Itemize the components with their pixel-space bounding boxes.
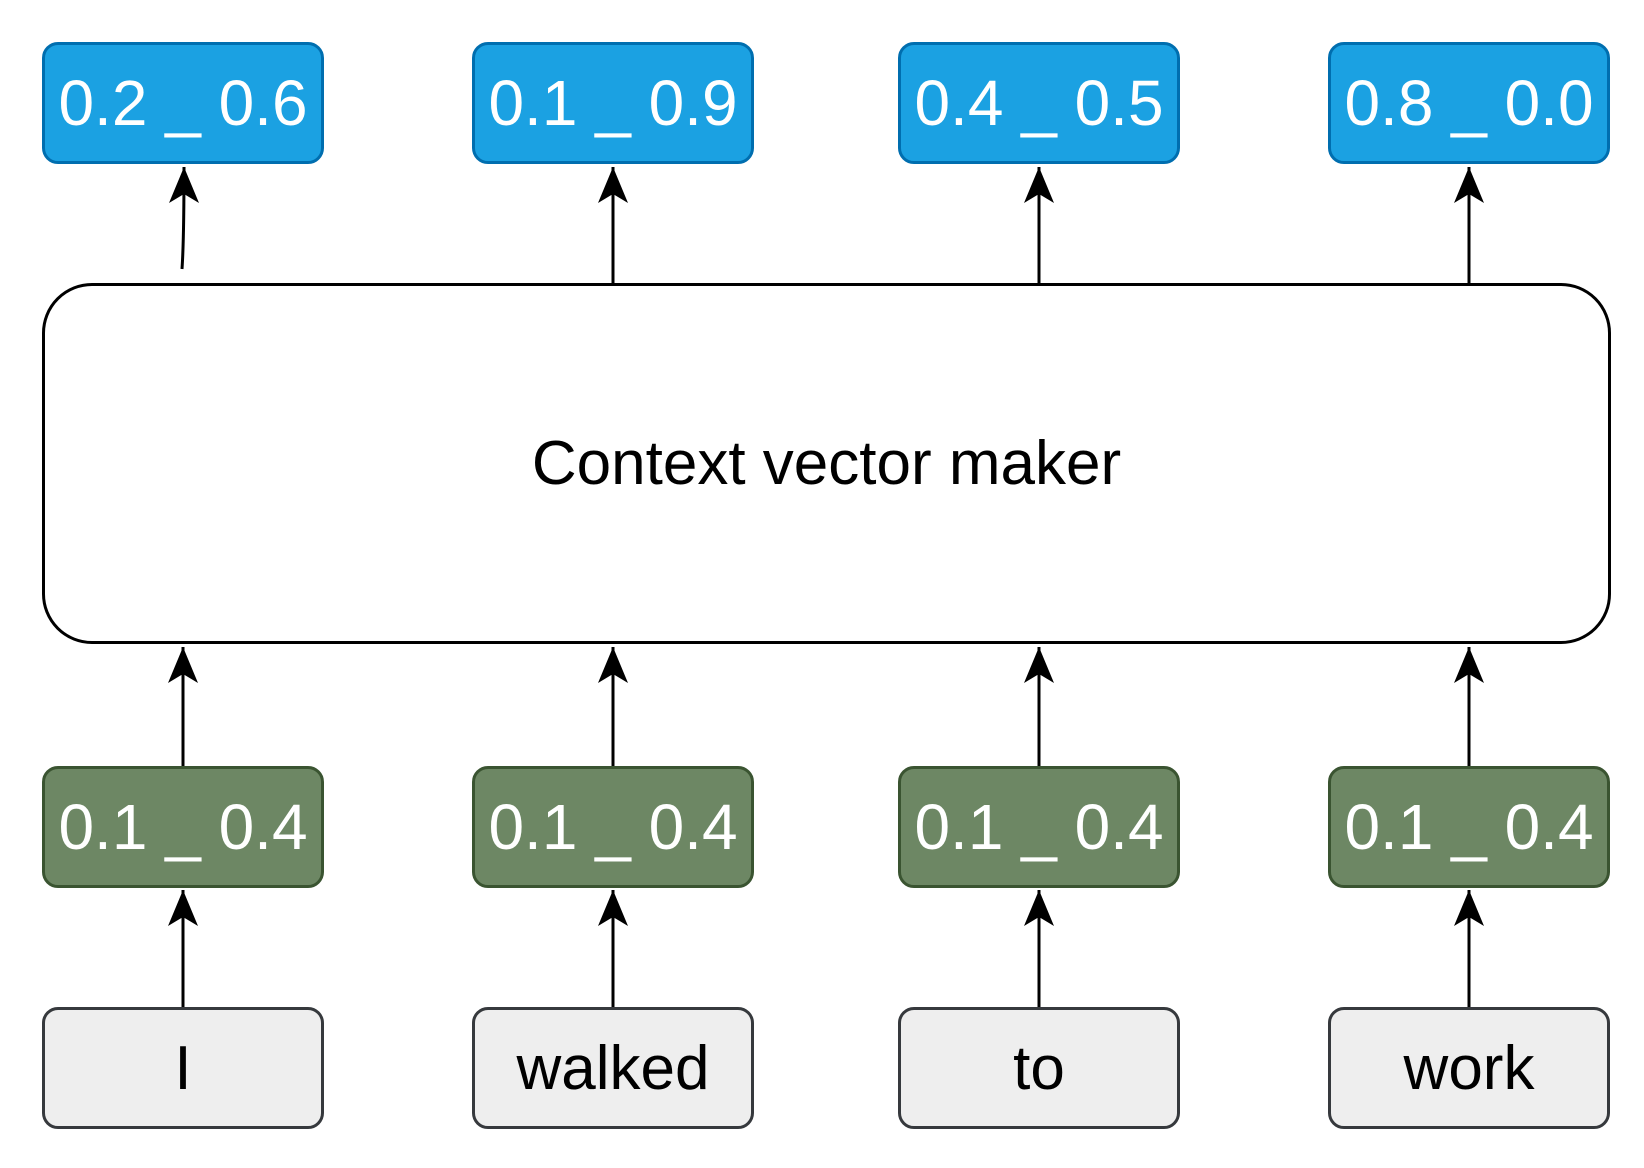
output-vector-3: 0.4 _ 0.5 [898, 42, 1180, 164]
embedding-vector-label: 0.1 _ 0.4 [914, 791, 1164, 863]
embedding-vector-3: 0.1 _ 0.4 [898, 766, 1180, 888]
embedding-vector-label: 0.1 _ 0.4 [488, 791, 738, 863]
output-vector-label: 0.1 _ 0.9 [488, 67, 738, 139]
output-vector-label: 0.2 _ 0.6 [58, 67, 308, 139]
input-word-3: to [898, 1007, 1180, 1129]
output-vector-label: 0.8 _ 0.0 [1344, 67, 1594, 139]
context-vector-maker: Context vector maker [42, 283, 1611, 644]
input-word-1: I [42, 1007, 324, 1129]
output-vector-2: 0.1 _ 0.9 [472, 42, 754, 164]
input-word-2: walked [472, 1007, 754, 1129]
input-word-label: I [174, 1033, 192, 1103]
context-vector-maker-label: Context vector maker [531, 429, 1122, 498]
embedding-vector-2: 0.1 _ 0.4 [472, 766, 754, 888]
input-word-label: work [1403, 1033, 1535, 1103]
output-vector-1: 0.2 _ 0.6 [42, 42, 324, 164]
input-word-4: work [1328, 1007, 1610, 1129]
embedding-vector-1: 0.1 _ 0.4 [42, 766, 324, 888]
embedding-vector-4: 0.1 _ 0.4 [1328, 766, 1610, 888]
output-vector-label: 0.4 _ 0.5 [914, 67, 1164, 139]
input-word-label: to [1013, 1033, 1065, 1103]
embedding-vector-label: 0.1 _ 0.4 [58, 791, 308, 863]
input-word-label: walked [516, 1033, 710, 1103]
embedding-vector-label: 0.1 _ 0.4 [1344, 791, 1594, 863]
output-vector-4: 0.8 _ 0.0 [1328, 42, 1610, 164]
